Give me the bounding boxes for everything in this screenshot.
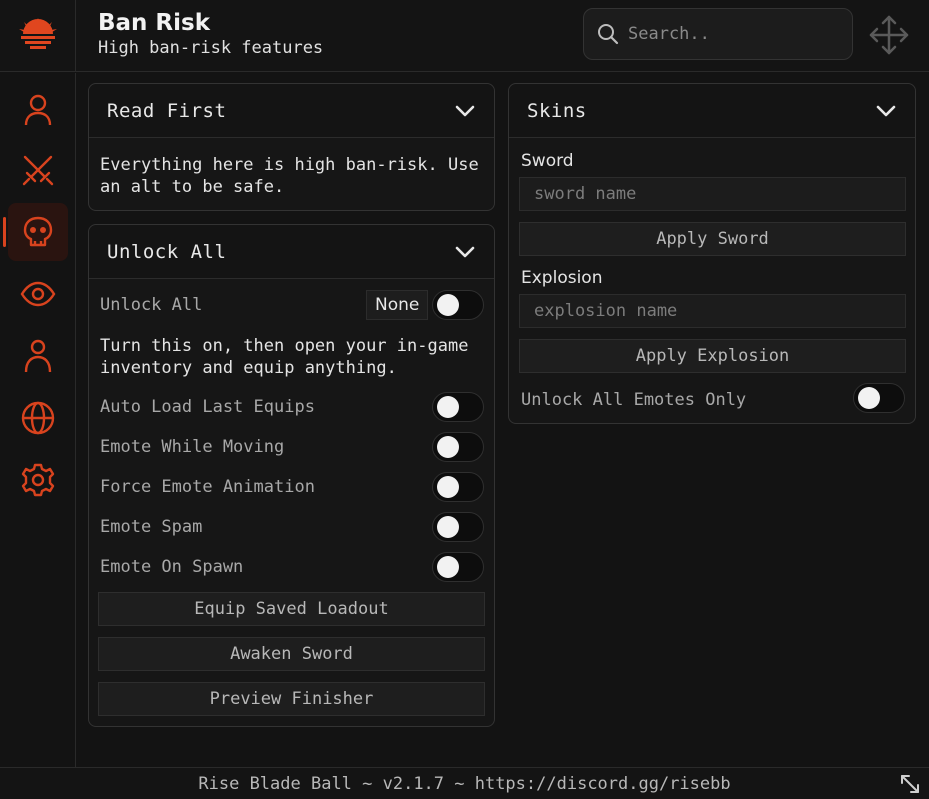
move-icon[interactable]: [867, 13, 911, 57]
user-icon: [24, 94, 52, 126]
resize-icon[interactable]: [899, 773, 921, 795]
rise-logo-icon: [18, 18, 57, 49]
sidebar-item-combat[interactable]: [8, 141, 68, 199]
logo-cell: [0, 0, 76, 72]
skins-header[interactable]: Skins: [509, 84, 915, 138]
read-first-text: Everything here is high ban-risk. Use an…: [100, 154, 479, 198]
skins-title: Skins: [527, 99, 587, 122]
apply-sword-button[interactable]: Apply Sword: [519, 222, 906, 256]
sidebar-item-world[interactable]: [8, 389, 68, 447]
swords-icon: [22, 155, 54, 186]
chevron-down-icon: [876, 105, 896, 116]
unlock-all-toggle[interactable]: [432, 290, 484, 320]
sidebar: [0, 73, 76, 767]
page-subtitle: High ban-risk features: [98, 38, 324, 58]
chevron-down-icon: [455, 105, 475, 116]
skull-icon: [23, 216, 53, 247]
skins-panel: Skins Sword Apply Sword Explosion Apply …: [508, 83, 916, 424]
awaken-sword-button[interactable]: Awaken Sword: [98, 637, 485, 671]
emote-spam-toggle[interactable]: [432, 512, 484, 542]
unlock-all-emotes-only-label: Unlock All Emotes Only: [521, 390, 747, 410]
unlock-all-keybind[interactable]: None: [366, 290, 429, 320]
page-title: Ban Risk: [98, 10, 211, 36]
emote-while-moving-label: Emote While Moving: [100, 437, 285, 457]
unlock-all-note: Turn this on, then open your in-game inv…: [100, 335, 468, 379]
unlock-all-toggle-label: Unlock All: [100, 295, 203, 315]
eye-icon: [20, 281, 56, 307]
apply-explosion-button[interactable]: Apply Explosion: [519, 339, 906, 373]
sidebar-item-user[interactable]: [8, 81, 68, 139]
unlock-all-header[interactable]: Unlock All: [89, 225, 494, 279]
gear-icon: [21, 463, 55, 497]
unlock-all-emotes-only-toggle[interactable]: [853, 383, 905, 413]
auto-load-last-equips-label: Auto Load Last Equips: [100, 397, 315, 417]
unlock-all-title: Unlock All: [107, 240, 227, 263]
footer-text: Rise Blade Ball ~ v2.1.7 ~ https://disco…: [198, 773, 731, 794]
equip-saved-loadout-button[interactable]: Equip Saved Loadout: [98, 592, 485, 626]
unlock-all-panel: Unlock All Unlock All None Turn this on,…: [88, 224, 495, 727]
read-first-line-1: Everything here is high ban-risk. Use: [100, 155, 479, 175]
sidebar-item-visuals[interactable]: [8, 265, 68, 323]
chevron-down-icon: [455, 246, 475, 257]
emote-spam-label: Emote Spam: [100, 517, 203, 537]
top-bar: Ban Risk High ban-risk features: [0, 0, 929, 72]
globe-icon: [21, 401, 55, 435]
sidebar-item-player[interactable]: [8, 327, 68, 385]
search-icon: [598, 24, 619, 45]
read-first-panel: Read First Everything here is high ban-r…: [88, 83, 495, 211]
force-emote-animation-label: Force Emote Animation: [100, 477, 315, 497]
sidebar-item-ban-risk[interactable]: [3, 203, 68, 261]
emote-on-spawn-label: Emote On Spawn: [100, 557, 244, 577]
auto-load-last-equips-toggle[interactable]: [432, 392, 484, 422]
read-first-title: Read First: [107, 99, 227, 122]
preview-finisher-button[interactable]: Preview Finisher: [98, 682, 485, 716]
person-icon: [24, 339, 52, 373]
unlock-all-note-line-1: Turn this on, then open your in-game: [100, 336, 469, 356]
emote-while-moving-toggle[interactable]: [432, 432, 484, 462]
sidebar-item-settings[interactable]: [8, 451, 68, 509]
read-first-header[interactable]: Read First: [89, 84, 494, 138]
search-box[interactable]: [583, 8, 853, 60]
unlock-all-note-line-2: inventory and equip anything.: [100, 358, 397, 378]
sword-label: Sword: [521, 151, 574, 171]
footer: Rise Blade Ball ~ v2.1.7 ~ https://disco…: [0, 767, 929, 799]
sword-name-input[interactable]: [519, 177, 906, 211]
read-first-line-2: an alt to be safe.: [100, 177, 285, 197]
explosion-label: Explosion: [521, 268, 603, 288]
search-input[interactable]: [628, 24, 828, 44]
emote-on-spawn-toggle[interactable]: [432, 552, 484, 582]
explosion-name-input[interactable]: [519, 294, 906, 328]
force-emote-animation-toggle[interactable]: [432, 472, 484, 502]
